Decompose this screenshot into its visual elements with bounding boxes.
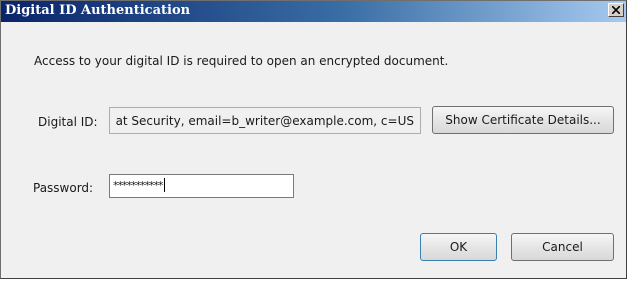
digital-id-field[interactable]: at Security, email=b_writer@example.com,…	[109, 107, 421, 134]
cancel-button[interactable]: Cancel	[511, 233, 614, 261]
close-icon	[612, 6, 620, 14]
password-mask: ***********	[113, 179, 163, 192]
digital-id-label: Digital ID:	[38, 115, 98, 129]
close-button[interactable]	[608, 3, 624, 17]
digital-id-value: at Security, email=b_writer@example.com,…	[115, 114, 414, 128]
ok-button[interactable]: OK	[420, 233, 497, 261]
text-caret	[163, 178, 165, 192]
window-title: Digital ID Authentication	[5, 3, 191, 18]
show-certificate-details-button[interactable]: Show Certificate Details...	[432, 106, 614, 134]
dialog-window: Digital ID Authentication Access to your…	[0, 0, 627, 279]
dialog-message: Access to your digital ID is required to…	[34, 54, 449, 68]
password-label: Password:	[33, 181, 94, 195]
password-value: ***********	[113, 178, 165, 192]
password-field[interactable]: ***********	[109, 174, 294, 198]
title-bar[interactable]: Digital ID Authentication	[1, 1, 626, 22]
